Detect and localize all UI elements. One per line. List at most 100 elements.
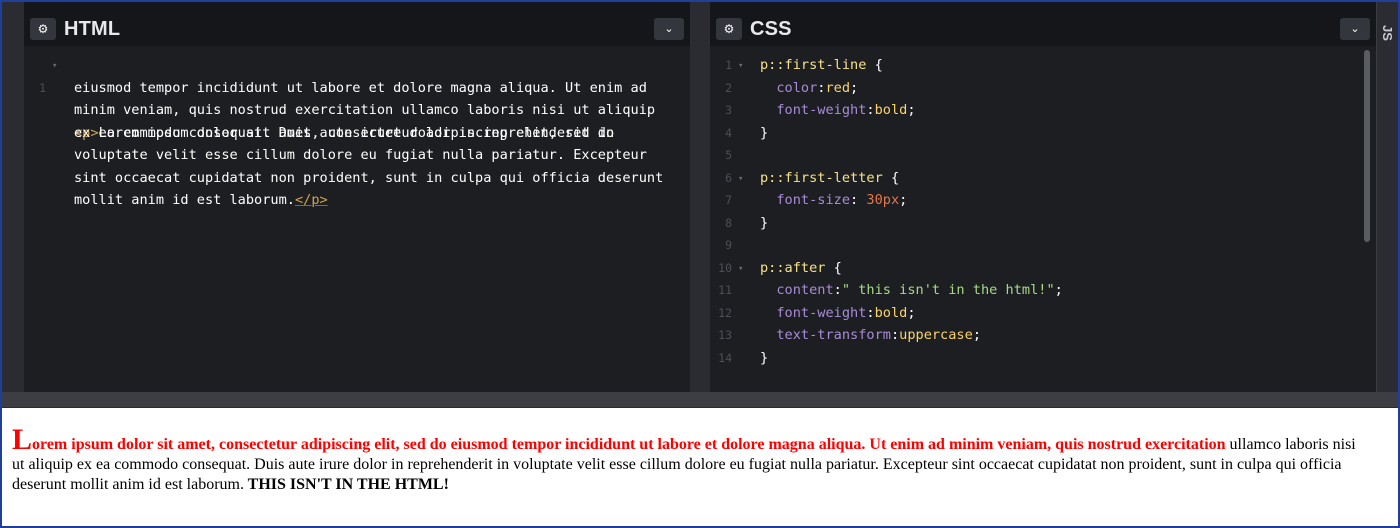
close-brace: }	[760, 349, 769, 366]
css-value: red	[825, 79, 851, 96]
line-number: 1	[725, 58, 732, 72]
first-line-text: orem ipsum dolor sit amet, consectetur a…	[32, 436, 1226, 453]
js-tab[interactable]: JS	[1378, 18, 1396, 48]
line-number: 8	[725, 215, 732, 230]
preview-resizer[interactable]	[2, 392, 1398, 408]
open-brace: {	[882, 169, 900, 186]
css-editor-header: ⚙ CSS ⌄	[710, 2, 1376, 46]
line-number: 2	[725, 80, 732, 95]
chevron-down-icon[interactable]: ⌄	[1340, 18, 1370, 40]
code-text-line: ex ea commodo consequat. Duis aute irure…	[74, 124, 615, 141]
html-editor-header: ⚙ HTML ⌄	[24, 2, 690, 46]
code-text-line: voluptate velit esse cillum dolore eu fu…	[74, 147, 647, 163]
code-line: voluptate velit esse cillum dolore eu fu…	[24, 144, 690, 167]
code-text: }	[760, 347, 768, 370]
after-content: this isn't in the html!	[243, 476, 449, 493]
code-line: 1 ▾ p::first-line {	[710, 54, 1376, 77]
code-line: minim veniam, quis nostrud exercitation …	[24, 99, 690, 122]
css-property: text-transform	[776, 327, 891, 343]
css-value: uppercase	[899, 327, 973, 343]
css-property: color	[776, 79, 818, 96]
close-tag: </p>	[294, 192, 328, 208]
code-text: p::after {	[760, 257, 842, 280]
css-selector: p::first-letter	[760, 169, 883, 186]
result-preview: Lorem ipsum dolor sit amet, consectetur …	[2, 408, 1398, 526]
fold-arrow-icon[interactable]: ▾	[738, 258, 743, 281]
code-line: ex ea commodo consequat. Duis aute irure…	[24, 122, 690, 145]
code-line: 9	[710, 234, 1376, 257]
code-line: 12 font-weight:bold;	[710, 302, 1376, 325]
code-text: }	[760, 122, 768, 145]
code-line: 1 ▾ <p>Lorem ipsum dolor sit amet, conse…	[24, 54, 690, 141]
code-text: font-size: 30px;	[776, 192, 908, 208]
line-number: 11	[718, 283, 732, 297]
line-number: 9	[725, 238, 732, 252]
first-letter: L	[12, 423, 33, 456]
html-editor-title: HTML	[64, 18, 121, 40]
chevron-down-icon[interactable]: ⌄	[654, 18, 684, 40]
code-text: color:red;	[776, 79, 859, 96]
code-text: p::first-letter {	[760, 167, 899, 190]
code-text: text-transform:uppercase;	[776, 327, 981, 343]
css-value: 30px	[866, 192, 900, 208]
line-number: 3	[725, 103, 732, 117]
editors-area: ⚙ HTML ⌄ 1 ▾ <p>Lorem ipsum dolor sit am…	[2, 2, 1398, 392]
line-number: 12	[718, 305, 732, 320]
code-text-line: mollit anim id est laborum.</p>	[74, 189, 328, 212]
code-line: sint occaecat cupidatat non proident, su…	[24, 167, 690, 190]
fold-arrow-icon[interactable]: ▾	[738, 168, 743, 191]
code-text: p::first-line {	[760, 54, 883, 77]
css-value: bold	[874, 304, 908, 321]
code-text-line: eiusmod tempor incididunt ut labore et d…	[74, 79, 647, 96]
code-text: }	[760, 212, 768, 235]
line-number: 6	[725, 170, 732, 185]
fold-arrow-icon[interactable]: ▾	[738, 55, 743, 78]
code-line: mollit anim id est laborum.</p>	[24, 189, 690, 212]
open-brace: {	[866, 57, 883, 73]
line-number: 7	[725, 193, 732, 207]
line-number: 14	[718, 350, 732, 365]
code-line: 13 text-transform:uppercase;	[710, 324, 1376, 347]
line-number: 5	[725, 148, 732, 162]
code-line: 11 content:" this isn't in the html!";	[710, 279, 1376, 302]
css-property: content	[776, 282, 834, 298]
code-text-line: mollit anim id est laborum.	[74, 192, 295, 208]
code-line: 6 ▾ p::first-letter {	[710, 167, 1376, 190]
css-editor-title: CSS	[750, 18, 792, 40]
code-text-line: sint occaecat cupidatat non proident, su…	[74, 169, 664, 186]
code-line: 2 color:red;	[710, 77, 1376, 100]
gear-icon[interactable]: ⚙	[716, 18, 742, 40]
css-property: font-weight	[776, 304, 867, 321]
line-number: 10	[718, 260, 732, 275]
css-value: bold	[874, 102, 908, 118]
css-code[interactable]: 1 ▾ p::first-line {2 color:red; 3 font-weig…	[710, 54, 1376, 369]
code-text-line: minim veniam, quis nostrud exercitation …	[74, 102, 656, 118]
css-scrollbar[interactable]	[1364, 50, 1370, 242]
code-line: eiusmod tempor incididunt ut labore et d…	[24, 77, 690, 100]
code-line: 8}	[710, 212, 1376, 235]
editor-divider[interactable]	[690, 2, 710, 392]
fold-arrow-icon[interactable]: ▾	[52, 55, 57, 78]
code-text: content:" this isn't in the html!";	[776, 282, 1063, 298]
line-number: 13	[718, 328, 732, 342]
first-line: Lorem ipsum dolor sit amet, consectetur …	[12, 425, 1226, 455]
code-line: 7 font-size: 30px;	[710, 189, 1376, 212]
left-gutter	[2, 2, 24, 392]
js-editor-collapsed[interactable]	[1376, 2, 1398, 392]
code-line: 3 font-weight:bold;	[710, 99, 1376, 122]
html-code[interactable]: 1 ▾ <p>Lorem ipsum dolor sit amet, conse…	[24, 54, 690, 212]
code-line: 4}	[710, 122, 1376, 145]
close-brace: }	[760, 214, 769, 231]
css-property: font-weight	[776, 102, 867, 118]
open-brace: {	[825, 259, 842, 276]
css-value: " this isn't in the html!"	[841, 282, 1055, 298]
code-line: 10 ▾ p::after {	[710, 257, 1376, 280]
gear-icon[interactable]: ⚙	[30, 18, 56, 40]
code-line: 14}	[710, 347, 1376, 370]
code-text: font-weight:bold;	[776, 102, 916, 118]
html-editor[interactable]: ⚙ HTML ⌄ 1 ▾ <p>Lorem ipsum dolor sit am…	[24, 2, 690, 392]
css-editor[interactable]: ⚙ CSS ⌄ 1 ▾ p::first-line {2 color:red; 3 f…	[710, 2, 1376, 392]
css-selector: p::after	[760, 259, 826, 276]
css-property: font-size	[776, 192, 851, 208]
close-brace: }	[760, 124, 769, 141]
